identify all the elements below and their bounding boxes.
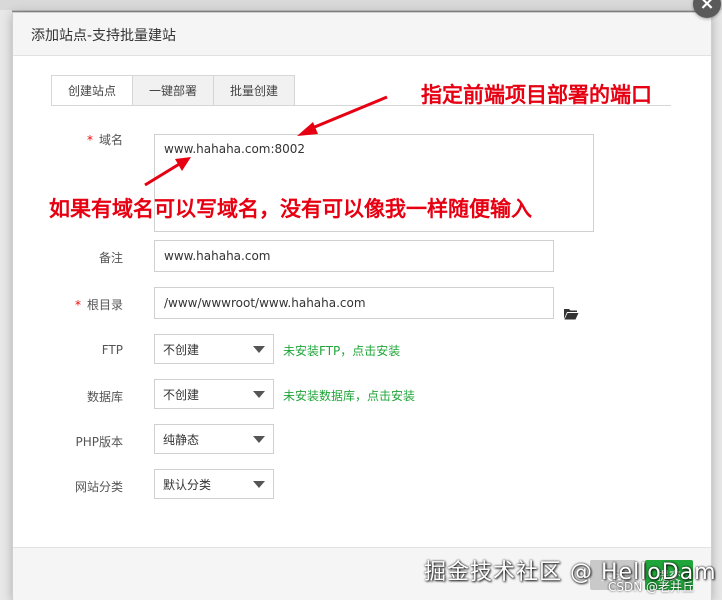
chevron-down-icon: [253, 390, 265, 398]
remark-label: 备注: [98, 251, 123, 265]
annotation-arrow-to-port: [297, 95, 388, 136]
chevron-down-icon: [253, 345, 265, 353]
ftp-select[interactable]: 不创建: [154, 334, 274, 364]
chevron-down-icon: [253, 435, 265, 443]
remark-input[interactable]: www.hahaha.com: [154, 240, 554, 272]
chevron-down-icon: [253, 480, 265, 488]
background-left: [0, 10, 12, 600]
database-label: 数据库: [86, 390, 123, 404]
required-star: *: [86, 133, 93, 147]
required-star: *: [74, 298, 81, 312]
annotation-domain-note: 如果有域名可以写域名，没有可以像我一样随便输入: [49, 197, 532, 221]
install-ftp-link[interactable]: 未安装FTP，点击安装: [283, 342, 400, 359]
site-category-select[interactable]: 默认分类: [154, 469, 274, 499]
tab-one-click-deploy[interactable]: 一键部署: [133, 75, 215, 106]
add-site-dialog: 添加站点-支持批量建站 创建站点 一键部署 批量创建 * 域名 www.hahah…: [12, 12, 712, 600]
root-dir-label: * 根目录: [74, 298, 123, 312]
site-category-label: 网站分类: [74, 480, 123, 494]
database-select[interactable]: 不创建: [154, 379, 274, 409]
annotation-port-note: 指定前端项目部署的端口: [421, 83, 652, 107]
ftp-label: FTP: [101, 343, 123, 357]
watermark-csdn: CSDN @老井丘: [608, 580, 695, 594]
dialog-title: 添加站点-支持批量建站: [31, 28, 177, 44]
domain-label: * 域名: [86, 133, 123, 147]
php-version-select[interactable]: 纯静态: [154, 424, 274, 454]
tab-bar: 创建站点 一键部署 批量创建: [51, 75, 296, 106]
dialog-header: 添加站点-支持批量建站: [13, 13, 711, 56]
background-page-strip: [0, 0, 722, 11]
folder-open-icon[interactable]: [563, 307, 579, 321]
install-database-link[interactable]: 未安装数据库，点击安装: [283, 387, 415, 404]
php-version-label: PHP版本: [75, 435, 124, 449]
annotation-arrow-to-domain: [144, 157, 191, 187]
root-dir-input[interactable]: /www/wwwroot/www.hahaha.com: [154, 287, 554, 319]
tab-create-site[interactable]: 创建站点: [51, 75, 134, 106]
